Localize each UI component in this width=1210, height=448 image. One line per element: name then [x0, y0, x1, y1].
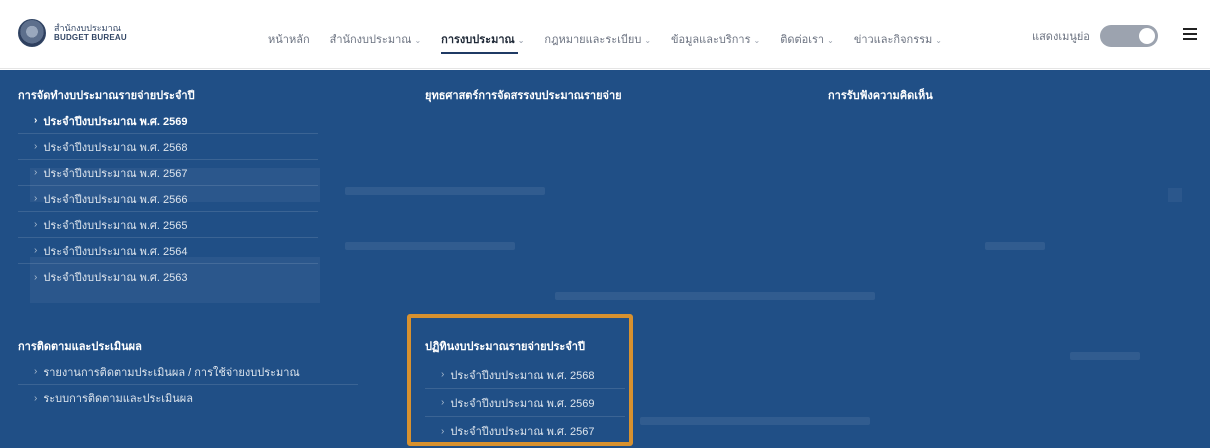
- menu-list: › ประจำปีงบประมาณ พ.ศ. 2569 › ประจำปีงบประ…: [18, 108, 318, 290]
- menu-column-budget-preparation: การจัดทำงบประมาณรายจ่ายประจำปี › ประจำปีง…: [18, 86, 318, 290]
- menu-item-label: รายงานการติดตามประเมินผล / การใช้จ่ายงบป…: [43, 366, 300, 379]
- logo-name-th: สำนักงบประมาณ: [54, 23, 121, 33]
- chevron-down-icon: ⌄: [935, 36, 942, 45]
- menu-item-label: ประจำปีงบประมาณ พ.ศ. 2568: [43, 141, 188, 154]
- submenu-toggle-label: แสดงเมนูย่อ: [1032, 31, 1090, 43]
- nav-item-bureau[interactable]: สำนักงบประมาณ ⌄: [330, 30, 422, 48]
- main-nav: หน้าหลัก สำนักงบประมาณ ⌄ การงบประมาณ ⌄ กฎห…: [268, 30, 962, 54]
- nav-item-label: สำนักงบประมาณ: [329, 34, 412, 46]
- menu-column-public-hearing: การรับฟังความคิดเห็น: [828, 86, 1128, 104]
- menu-column-title: การติดตามและประเมินผล: [18, 341, 142, 353]
- menu-column-title[interactable]: ยุทธศาสตร์การจัดสรรงบประมาณรายจ่าย: [425, 86, 725, 104]
- menu-item-label: ประจำปีงบประมาณ พ.ศ. 2564: [43, 245, 188, 258]
- site-header: สำนักงบประมาณ BUDGET BUREAU หน้าหลัก สำน…: [0, 0, 1210, 69]
- background-content-line: [345, 187, 545, 195]
- menu-column-title: การจัดทำงบประมาณรายจ่ายประจำปี: [18, 90, 195, 102]
- logo-text: สำนักงบประมาณ BUDGET BUREAU: [54, 23, 127, 43]
- chevron-down-icon: ⌄: [414, 36, 422, 45]
- highlight-box: [407, 314, 633, 446]
- submenu-toggle[interactable]: [1099, 25, 1158, 47]
- menu-item-fy-2567[interactable]: › ประจำปีงบประมาณ พ.ศ. 2567: [18, 160, 318, 186]
- nav-item-contact[interactable]: ติดต่อเรา ⌄: [780, 30, 834, 48]
- menu-item-label: ประจำปีงบประมาณ พ.ศ. 2563: [43, 272, 188, 284]
- budget-bureau-seal-icon: [18, 19, 46, 47]
- menu-item-fy-2563[interactable]: › ประจำปีงบประมาณ พ.ศ. 2563: [18, 264, 318, 290]
- menu-item-monitoring-report[interactable]: › รายงานการติดตามประเมินผล / การใช้จ่ายงบ…: [18, 359, 358, 385]
- menu-item-label: ระบบการติดตามและประเมินผล: [43, 393, 193, 405]
- background-content-line: [640, 417, 870, 425]
- menu-item-label: ประจำปีงบประมาณ พ.ศ. 2567: [43, 167, 188, 180]
- menu-item-fy-2564[interactable]: › ประจำปีงบประมาณ พ.ศ. 2564: [18, 238, 318, 264]
- nav-item-label: การงบประมาณ: [441, 34, 515, 46]
- background-content-block: [1168, 188, 1182, 202]
- chevron-right-icon: ›: [34, 115, 38, 126]
- menu-column-title[interactable]: การรับฟังความคิดเห็น: [828, 86, 1128, 104]
- menu-item-label: ประจำปีงบประมาณ พ.ศ. 2565: [43, 219, 188, 232]
- nav-item-home[interactable]: หน้าหลัก: [268, 30, 310, 48]
- menu-item-fy-2566[interactable]: › ประจำปีงบประมาณ พ.ศ. 2566: [18, 186, 318, 212]
- logo-name-en: BUDGET BUREAU: [54, 33, 127, 42]
- nav-item-services[interactable]: ข้อมูลและบริการ ⌄: [671, 30, 760, 48]
- chevron-right-icon: ›: [34, 219, 38, 230]
- chevron-right-icon: ›: [34, 167, 38, 178]
- nav-item-label: ติดต่อเรา: [780, 34, 825, 46]
- menu-list: › รายงานการติดตามประเมินผล / การใช้จ่ายงบ…: [18, 359, 358, 411]
- background-content-line: [555, 292, 875, 300]
- menu-column-budget-strategy: ยุทธศาสตร์การจัดสรรงบประมาณรายจ่าย: [425, 86, 725, 104]
- chevron-right-icon: ›: [34, 141, 38, 152]
- menu-item-label: ประจำปีงบประมาณ พ.ศ. 2569: [43, 115, 188, 128]
- nav-item-news[interactable]: ข่าวและกิจกรรม ⌄: [854, 30, 942, 48]
- menu-column-monitoring: การติดตามและประเมินผล › รายงานการติดตามปร…: [18, 337, 358, 411]
- nav-item-label: ข่าวและกิจกรรม: [853, 34, 933, 46]
- chevron-down-icon: ⌄: [827, 36, 834, 45]
- chevron-down-icon: ⌄: [644, 36, 652, 45]
- chevron-right-icon: ›: [34, 245, 38, 256]
- nav-item-label: ข้อมูลและบริการ: [671, 34, 751, 46]
- nav-item-budgeting[interactable]: การงบประมาณ ⌄: [441, 30, 525, 54]
- toggle-knob: [1138, 28, 1155, 44]
- menu-item-fy-2569[interactable]: › ประจำปีงบประมาณ พ.ศ. 2569: [18, 108, 318, 134]
- menu-item-fy-2565[interactable]: › ประจำปีงบประมาณ พ.ศ. 2565: [18, 212, 318, 238]
- menu-item-label: ประจำปีงบประมาณ พ.ศ. 2566: [43, 193, 188, 206]
- nav-item-laws[interactable]: กฎหมายและระเบียบ ⌄: [544, 30, 651, 48]
- nav-item-label: หน้าหลัก: [268, 34, 310, 46]
- background-content-line: [985, 242, 1045, 250]
- chevron-right-icon: ›: [34, 193, 38, 204]
- background-content-line: [345, 242, 515, 250]
- menu-item-fy-2568[interactable]: › ประจำปีงบประมาณ พ.ศ. 2568: [18, 134, 318, 160]
- chevron-right-icon: ›: [34, 392, 38, 404]
- chevron-down-icon: ⌄: [517, 36, 525, 45]
- chevron-right-icon: ›: [34, 366, 38, 377]
- nav-item-label: กฎหมายและระเบียบ: [544, 34, 642, 46]
- chevron-right-icon: ›: [34, 271, 38, 283]
- chevron-down-icon: ⌄: [753, 36, 761, 45]
- background-content-line: [1070, 352, 1140, 360]
- hamburger-menu-icon[interactable]: [1183, 28, 1197, 43]
- menu-item-monitoring-system[interactable]: › ระบบการติดตามและประเมินผล: [18, 385, 358, 411]
- submenu-toggle-group: แสดงเมนูย่อ: [1032, 25, 1158, 47]
- site-logo[interactable]: สำนักงบประมาณ BUDGET BUREAU: [18, 19, 127, 47]
